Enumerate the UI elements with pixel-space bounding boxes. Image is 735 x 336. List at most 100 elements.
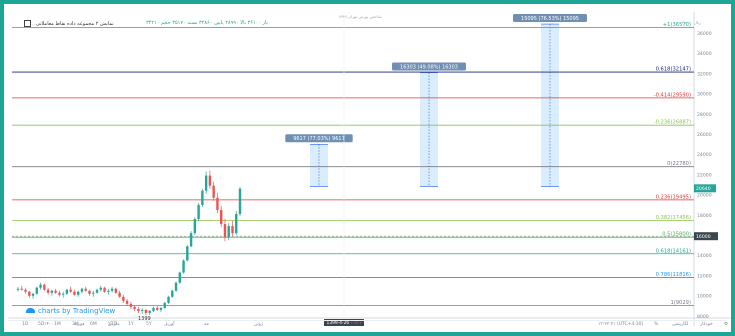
tradingview-cloud-icon	[26, 308, 35, 313]
bottom-toolbar: 1D 5D 1M 3M 6M YTD 1Y 5Y ۱۳:۲۲:۴۱ (UTC+4…	[8, 320, 728, 328]
log-toggle[interactable]: لگاریتمی	[672, 322, 688, 327]
candle-body	[178, 272, 181, 283]
candle-body	[174, 282, 178, 291]
crosshair-price-label: 16000	[696, 234, 711, 240]
price-axis-labels: 36000 34000 32000 30000 28000 26000 24000 22000…	[694, 31, 718, 320]
candle-body	[110, 288, 114, 291]
candle-body	[24, 289, 27, 292]
price-tick-label: 32000	[697, 71, 712, 77]
candle-body	[235, 213, 238, 234]
candle-body	[133, 306, 136, 309]
candle-body	[31, 293, 35, 296]
candle-body	[58, 292, 61, 295]
chart-grid	[8, 12, 731, 326]
candle-body	[16, 288, 20, 290]
candle-body	[43, 284, 46, 290]
candle-body	[46, 289, 50, 293]
symbol-title: شاخص بورس تهران ۱۳۹۹	[338, 14, 382, 19]
range-button-5d[interactable]: 5D	[38, 322, 44, 327]
candle-body	[50, 290, 54, 293]
fib-level-label: 1(9029)	[670, 300, 691, 306]
logo-text: charts by TradingView	[38, 307, 116, 315]
candle-body	[125, 300, 129, 304]
chart-plot-area[interactable]: 9617 (77.03%) 961716303 (49.08%) 1630315…	[4, 4, 735, 336]
candle-body	[204, 175, 208, 191]
price-tick-label: 18000	[697, 213, 712, 219]
fib-level-label: 0.618(14161)	[656, 248, 691, 254]
price-tick-label: 8000	[697, 314, 709, 320]
candle-body	[39, 284, 42, 288]
candle-body	[152, 307, 155, 311]
range-button-1m[interactable]: 1M	[54, 322, 61, 327]
candle-body	[20, 288, 23, 290]
fib-level-label: 0.786(11816)	[656, 272, 691, 278]
visibility-checkbox[interactable]	[24, 20, 31, 27]
candle-body	[122, 296, 125, 301]
candle-body	[186, 246, 189, 261]
fib-level-label: -0.236(26887)	[654, 120, 691, 126]
settings-gear-icon[interactable]: ⚙	[724, 322, 728, 327]
candle-body	[156, 307, 159, 310]
candle-body	[163, 302, 166, 308]
candle-body	[84, 288, 87, 291]
candle-body	[54, 290, 57, 293]
candle-body	[144, 309, 148, 313]
range-button-1d[interactable]: 1D	[22, 322, 28, 327]
candle-body	[182, 260, 185, 273]
price-tick-label: 26000	[697, 132, 712, 138]
candle-body	[216, 197, 219, 210]
candle-body	[99, 287, 102, 290]
current-price-label: 20640	[696, 186, 711, 192]
percent-toggle[interactable]: %	[654, 322, 658, 327]
candle-body	[95, 289, 99, 293]
range-button-3m[interactable]: 3M	[72, 322, 79, 327]
range-button-5y[interactable]: 5Y	[146, 322, 152, 327]
range-button-1y[interactable]: 1Y	[128, 322, 134, 327]
candle-body	[231, 226, 234, 234]
candle-body	[140, 309, 144, 311]
price-tick-label: 12000	[697, 273, 712, 279]
candle-body	[137, 308, 140, 311]
range-button-6m[interactable]: 6M	[90, 322, 97, 327]
candle-body	[88, 290, 91, 294]
tradingview-logo[interactable]: charts by TradingView	[26, 307, 115, 315]
candle-body	[208, 175, 212, 186]
candle-body	[129, 303, 133, 307]
fib-level-label: -0.414(29590)	[654, 92, 691, 98]
candle-body	[201, 190, 204, 205]
candle-body	[159, 307, 163, 310]
candle-body	[189, 233, 193, 247]
candle-body	[65, 289, 69, 294]
candle-body	[212, 185, 215, 198]
candle-body	[238, 188, 242, 214]
candle-body	[219, 209, 223, 225]
range-button-ytd[interactable]: YTD	[108, 322, 117, 327]
auto-toggle[interactable]: خودکار	[700, 322, 713, 327]
candle-body	[92, 292, 95, 294]
candle-body	[167, 296, 170, 303]
price-tick-label: 30000	[697, 92, 712, 98]
fib-level-label: 0.382(17456)	[656, 215, 691, 221]
candle-body	[171, 290, 174, 297]
ohlc-readout: ۳۴۲۱۰ باز ۳۶۱۰۰ بالا ۲۸۹۹۰ پایین ۳۲۸۶۰ ب…	[146, 20, 268, 26]
header-right-info: ۲۸۰۰۰ ریال	[681, 20, 701, 25]
candle-body	[80, 288, 84, 292]
candle-body	[61, 293, 65, 295]
candle-body	[193, 219, 197, 234]
price-tick-label: 14000	[697, 253, 712, 259]
price-tick-label: 36000	[697, 31, 712, 37]
candle-body	[69, 289, 72, 292]
candle-body	[77, 291, 80, 295]
price-tick-label: 20000	[697, 193, 712, 199]
legend-header: نمایش ۲ مجموعه داده نقاط معاملاتی ۳۴۲۱۰ …	[18, 14, 701, 28]
projection-label: 16303 (49.08%) 16303	[400, 64, 458, 70]
candle-body	[223, 224, 227, 238]
chart-window: 9617 (77.03%) 9617 16303 (49.08%) 16303 15…	[0, 0, 735, 336]
fib-level-label: 0.236(19495)	[656, 194, 691, 200]
price-tick-label: 22000	[697, 172, 712, 178]
fib-level-label: 0.5(15800)	[662, 232, 691, 238]
fib-level-label: 0.618(32147)	[656, 67, 691, 73]
candle-body	[227, 226, 230, 238]
candle-body	[118, 292, 121, 297]
candle-body	[148, 310, 151, 313]
